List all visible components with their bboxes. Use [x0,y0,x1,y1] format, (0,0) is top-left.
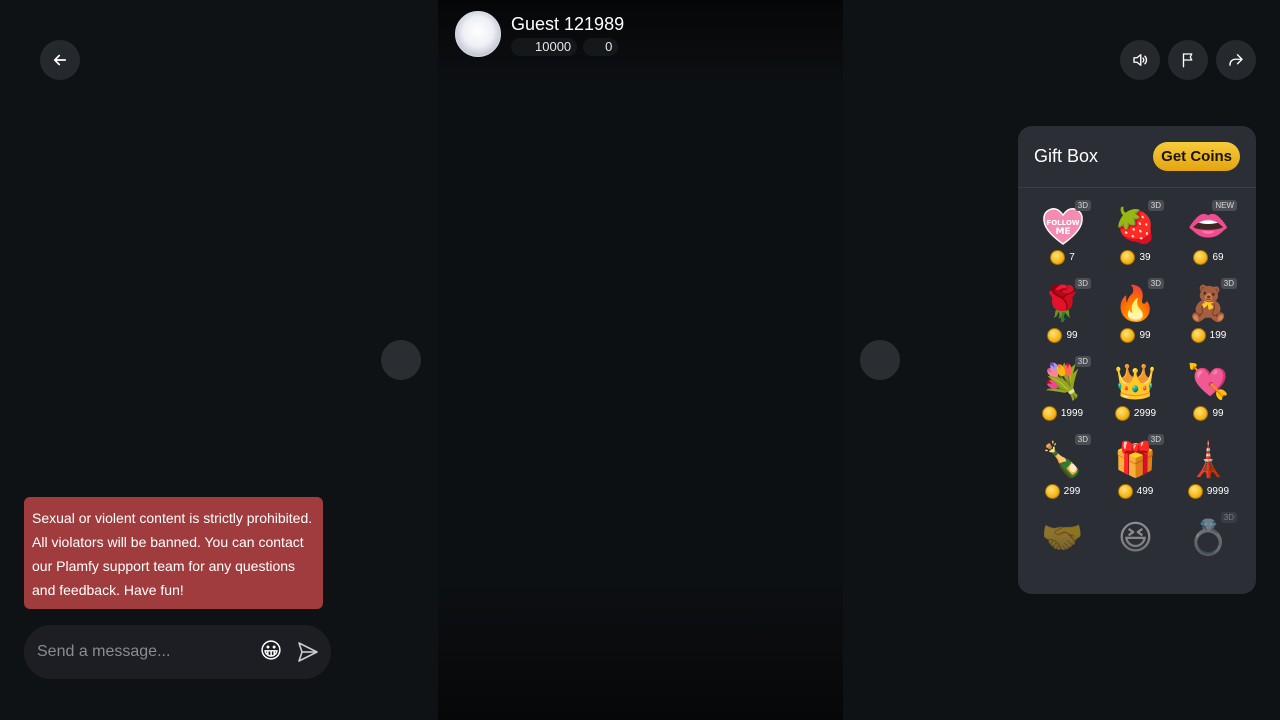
points-count: 0 [583,38,619,56]
gift-box-panel: Gift Box Get Coins FOLLOW ME 3D 7 🍓 3D 39 👄 NEW 6… [1018,126,1256,594]
gift-price-value: 99 [1066,329,1078,341]
coin-icon [1120,327,1136,343]
coin-icon [1050,249,1066,265]
gift-tag: 3D [1074,434,1091,445]
gift-item-tiara[interactable]: 👑 2999 [1099,360,1172,438]
gift-tag: NEW [1212,200,1237,211]
gift-item-eiffel-tower[interactable]: 🗼 9999 [1172,438,1245,516]
get-coins-button[interactable]: Get Coins [1153,142,1240,171]
gift-tag: 3D [1074,200,1091,211]
emoji-button[interactable]: 😀 [257,638,285,666]
gift-item-chocolate-box[interactable]: 🎁 3D 499 [1099,434,1172,516]
gift-item-diamond-ring[interactable]: 💍 3D [1172,512,1245,594]
gift-price: 69 [1193,248,1224,266]
coin-icon [1044,483,1060,499]
gift-tag: 3D [1220,278,1237,289]
gift-price: 199 [1190,326,1227,344]
coin-icon [1117,483,1133,499]
gift-price: 99 [1120,326,1151,344]
coins-count: 10000 [511,38,578,56]
eiffel-tower-icon: 🗼 [1187,440,1230,480]
gift-price: 2999 [1114,404,1157,422]
gift-price-value: 39 [1139,251,1151,263]
gift-price: 9999 [1187,482,1230,500]
coin-icon [1120,249,1136,265]
gift-price-value: 2999 [1133,407,1157,419]
grinning-face-icon: 😀 [259,639,283,664]
gift-item-lips[interactable]: 👄 NEW 69 [1172,200,1245,282]
rules-notice: Sexual or violent content is strictly pr… [24,497,323,609]
heart-arrow-icon: 💘 [1187,362,1230,402]
report-button[interactable] [1168,40,1208,80]
svg-text:ME: ME [1055,227,1070,237]
gift-price-value: 7 [1069,251,1075,263]
share-button[interactable] [1216,40,1256,80]
back-button[interactable] [40,40,80,80]
gift-tag: 3D [1147,434,1164,445]
previous-stream-button[interactable] [381,340,421,380]
gift-item-hand[interactable]: 🤝 [1026,516,1099,594]
gift-price: 299 [1044,482,1081,500]
message-bar: 😀 [24,625,331,679]
gift-price-value: 99 [1139,329,1151,341]
next-stream-button[interactable] [860,340,900,380]
send-icon [298,642,318,662]
gift-tag: 3D [1147,200,1164,211]
coin-icon [1193,405,1209,421]
gift-price-value: 9999 [1206,485,1230,497]
flag-icon [1182,53,1193,68]
gift-box-header: Gift Box Get Coins [1018,126,1256,188]
profile-name: Guest 121989 [511,14,625,34]
gift-box-title: Gift Box [1034,146,1099,166]
gift-price-value: 69 [1212,251,1224,263]
gift-price: 499 [1117,482,1154,500]
sound-button[interactable] [1120,40,1160,80]
gift-price-value: 99 [1212,407,1224,419]
gift-item-champagne[interactable]: 🍾 3D 299 [1026,434,1099,516]
coin-icon [1047,327,1063,343]
gift-item-strawberry[interactable]: 🍓 3D 39 [1099,200,1172,282]
gift-price: 99 [1047,326,1078,344]
gift-price: 39 [1120,248,1151,266]
gift-item-laughing-face[interactable]: 😆 [1099,516,1172,594]
gift-price-value: 299 [1063,485,1081,497]
coin-icon [1193,249,1209,265]
avatar[interactable] [455,11,501,57]
gift-tag: 3D [1074,278,1091,289]
gift-item-rose-bouquet[interactable]: 💐 3D 1999 [1026,356,1099,438]
streamer-profile: Guest 121989 10000 0 [455,11,624,57]
send-button[interactable] [295,639,321,665]
speaker-icon [1133,54,1148,66]
gift-tag: 3D [1220,512,1237,523]
hand-icon: 🤝 [1041,518,1084,558]
laughing-face-icon: 😆 [1117,518,1154,558]
gift-price: 1999 [1041,404,1084,422]
gift-item-follow-me-heart[interactable]: FOLLOW ME 3D 7 [1026,200,1099,282]
gift-item-rose[interactable]: 🌹 3D 99 [1026,278,1099,360]
profile-stats: 10000 0 [511,38,624,56]
message-input[interactable] [37,643,257,661]
video-stage [438,0,843,720]
gift-grid: FOLLOW ME 3D 7 🍓 3D 39 👄 NEW 69 🌹 3D 99 🔥 3D 99 🧸 3D 199 💐 3… [1018,200,1256,594]
coin-icon [1041,405,1057,421]
gift-price-value: 1999 [1060,407,1084,419]
coin-icon [1187,483,1203,499]
share-icon [1229,54,1243,66]
tiara-icon: 👑 [1114,362,1157,402]
coin-icon [1190,327,1206,343]
gift-item-heart-arrow[interactable]: 💘 99 [1172,360,1245,438]
gift-price-value: 499 [1136,485,1154,497]
gift-price: 99 [1193,404,1224,422]
gift-tag: 3D [1074,356,1091,367]
profile-info: Guest 121989 10000 0 [511,12,624,56]
coin-icon [1114,405,1130,421]
svg-text:FOLLOW: FOLLOW [1046,219,1079,227]
gift-price: 7 [1050,248,1075,266]
gift-price-value: 199 [1209,329,1227,341]
gift-tag: 3D [1147,278,1164,289]
gift-item-fire[interactable]: 🔥 3D 99 [1099,278,1172,360]
gift-item-teddy-bear[interactable]: 🧸 3D 199 [1172,278,1245,360]
arrow-left-icon [53,54,67,66]
